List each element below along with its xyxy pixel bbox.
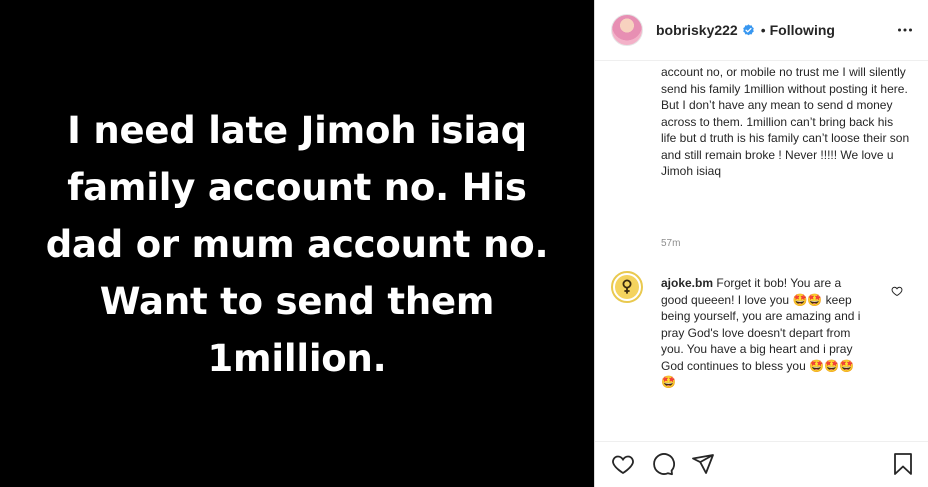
female-symbol-icon — [622, 279, 632, 294]
post-caption: account no, or mobile no trust me I will… — [661, 65, 910, 178]
post-timestamp[interactable]: 57m — [661, 238, 680, 249]
header-separator: • — [760, 22, 766, 38]
commenter-avatar[interactable] — [611, 271, 643, 303]
more-options-icon[interactable] — [897, 22, 913, 38]
author-avatar[interactable] — [611, 14, 643, 46]
verified-badge-icon — [742, 23, 754, 35]
comment-like-icon[interactable] — [891, 285, 903, 297]
paper-plane-icon[interactable] — [691, 452, 715, 476]
comment-icon[interactable] — [651, 452, 675, 476]
post-side-panel: bobrisky222 • Following account no, or m… — [594, 0, 928, 487]
heart-icon[interactable] — [611, 452, 635, 476]
comments-scroll-area[interactable]: account no, or mobile no trust me I will… — [595, 61, 928, 441]
comment-item: ajoke.bm Forget it bob! You are a good q… — [661, 275, 867, 391]
comment-text: Forget it bob! You are a good queeen! I … — [661, 276, 861, 389]
post-media[interactable]: I need late Jimoh isiaq family account n… — [0, 0, 594, 487]
post-actions-bar — [595, 441, 928, 487]
author-username[interactable]: bobrisky222 — [656, 22, 738, 38]
post-image-text: I need late Jimoh isiaq family account n… — [45, 109, 549, 380]
bookmark-icon[interactable] — [891, 452, 915, 476]
post-header: bobrisky222 • Following — [595, 0, 928, 61]
following-button[interactable]: Following — [770, 22, 835, 38]
comment-username[interactable]: ajoke.bm — [661, 276, 713, 290]
